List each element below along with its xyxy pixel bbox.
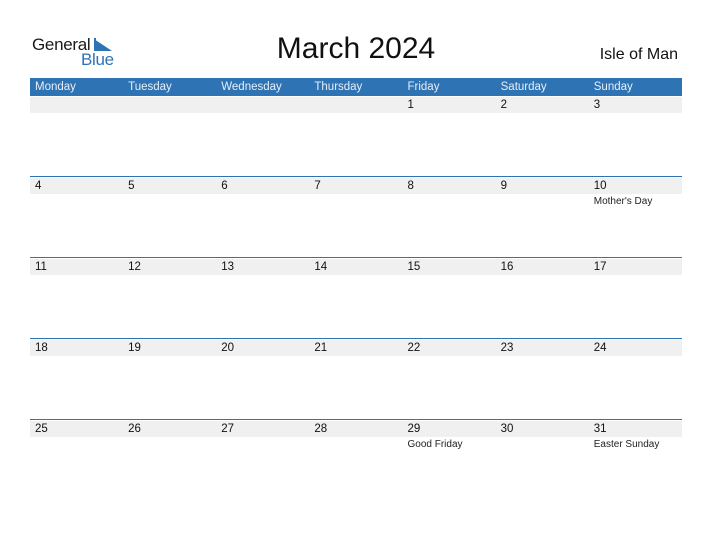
day-cell: 7 bbox=[309, 178, 402, 259]
day-number: 26 bbox=[128, 423, 141, 435]
day-number: 17 bbox=[593, 261, 607, 273]
holiday-label: Mother's Day bbox=[593, 196, 653, 207]
week-row: 4 5 6 7 8 9 10 Mother's Day bbox=[30, 176, 682, 259]
day-cell: 29 Good Friday bbox=[403, 421, 496, 502]
week-divider bbox=[30, 419, 682, 420]
day-cell: 10 Mother's Day bbox=[589, 178, 682, 259]
day-cell: 24 bbox=[589, 340, 682, 421]
day-cell bbox=[123, 97, 216, 178]
weekday-thursday: Thursday bbox=[314, 81, 363, 93]
day-number: 25 bbox=[35, 423, 48, 435]
week-divider bbox=[30, 257, 682, 258]
week-cells: 11 12 13 14 15 16 17 bbox=[30, 259, 682, 340]
day-cell: 30 bbox=[496, 421, 589, 502]
day-cell: 2 bbox=[496, 97, 589, 178]
day-number: 22 bbox=[407, 342, 421, 354]
day-number: 24 bbox=[593, 342, 607, 354]
week-cells: 25 26 27 28 29 Good Friday 30 31 Easter Sunday bbox=[30, 421, 682, 502]
day-number: 29 bbox=[407, 423, 421, 435]
day-cell: 15 bbox=[403, 259, 496, 340]
day-number: 10 bbox=[593, 180, 607, 192]
day-number: 18 bbox=[35, 342, 48, 354]
week-row: 25 26 27 28 29 Good Friday 30 31 Easter Sunday bbox=[30, 419, 682, 502]
weekday-header: Monday Tuesday Wednesday Thursday Friday… bbox=[30, 78, 682, 96]
day-number: 9 bbox=[500, 180, 508, 192]
day-cell: 14 bbox=[309, 259, 402, 340]
day-cell: 4 bbox=[30, 178, 123, 259]
weekday-saturday: Saturday bbox=[500, 81, 547, 93]
day-cell: 20 bbox=[216, 340, 309, 421]
day-cell: 19 bbox=[123, 340, 216, 421]
day-cell: 17 bbox=[589, 259, 682, 340]
day-number: 31 bbox=[593, 423, 607, 435]
day-cell bbox=[216, 97, 309, 178]
week-row: 18 19 20 21 22 23 24 bbox=[30, 338, 682, 421]
day-number: 12 bbox=[128, 261, 141, 273]
day-cell: 27 bbox=[216, 421, 309, 502]
day-cell: 21 bbox=[309, 340, 402, 421]
holiday-label: Good Friday bbox=[407, 439, 463, 450]
day-number: 14 bbox=[314, 261, 328, 273]
week-divider bbox=[30, 176, 682, 177]
day-number: 16 bbox=[500, 261, 514, 273]
day-cell: 18 bbox=[30, 340, 123, 421]
week-divider bbox=[30, 338, 682, 339]
day-cell: 12 bbox=[123, 259, 216, 340]
weekday-wednesday: Wednesday bbox=[221, 81, 282, 93]
day-number: 23 bbox=[500, 342, 514, 354]
region-label: Isle of Man bbox=[599, 46, 678, 63]
day-cell: 9 bbox=[496, 178, 589, 259]
day-number: 27 bbox=[221, 423, 235, 435]
day-number: 21 bbox=[314, 342, 328, 354]
holiday-label: Easter Sunday bbox=[593, 439, 660, 450]
day-cell: 31 Easter Sunday bbox=[589, 421, 682, 502]
day-cell bbox=[309, 97, 402, 178]
day-cell: 6 bbox=[216, 178, 309, 259]
day-number: 28 bbox=[314, 423, 328, 435]
day-cell: 3 bbox=[589, 97, 682, 178]
day-number: 30 bbox=[500, 423, 514, 435]
day-number: 7 bbox=[314, 180, 321, 192]
day-cell: 26 bbox=[123, 421, 216, 502]
weekday-sunday: Sunday bbox=[593, 81, 633, 93]
week-cells: 18 19 20 21 22 23 24 bbox=[30, 340, 682, 421]
day-number: 2 bbox=[500, 99, 508, 111]
day-cell: 8 bbox=[403, 178, 496, 259]
day-number: 1 bbox=[407, 99, 414, 111]
day-cell: 16 bbox=[496, 259, 589, 340]
day-number: 15 bbox=[407, 261, 421, 273]
day-cell: 13 bbox=[216, 259, 309, 340]
day-number: 5 bbox=[128, 180, 135, 192]
day-number: 20 bbox=[221, 342, 235, 354]
day-number: 8 bbox=[407, 180, 414, 192]
week-row: 11 12 13 14 15 16 17 bbox=[30, 257, 682, 340]
weekday-friday: Friday bbox=[407, 81, 440, 93]
day-number: 3 bbox=[593, 99, 601, 111]
day-cell: 22 bbox=[403, 340, 496, 421]
day-cell: 25 bbox=[30, 421, 123, 502]
week-cells: 1 2 3 bbox=[30, 97, 682, 178]
day-cell: 28 bbox=[309, 421, 402, 502]
day-number: 13 bbox=[221, 261, 235, 273]
day-number: 4 bbox=[35, 180, 42, 192]
weekday-monday: Monday bbox=[35, 81, 76, 93]
day-cell: 5 bbox=[123, 178, 216, 259]
day-number: 11 bbox=[35, 261, 47, 273]
day-cell: 1 bbox=[403, 97, 496, 178]
week-row: 1 2 3 bbox=[30, 97, 682, 178]
day-cell: 11 bbox=[30, 259, 123, 340]
day-cell bbox=[30, 97, 123, 178]
week-cells: 4 5 6 7 8 9 10 Mother's Day bbox=[30, 178, 682, 259]
weekday-tuesday: Tuesday bbox=[128, 81, 172, 93]
day-cell: 23 bbox=[496, 340, 589, 421]
day-number: 19 bbox=[128, 342, 141, 354]
day-number: 6 bbox=[221, 180, 228, 192]
